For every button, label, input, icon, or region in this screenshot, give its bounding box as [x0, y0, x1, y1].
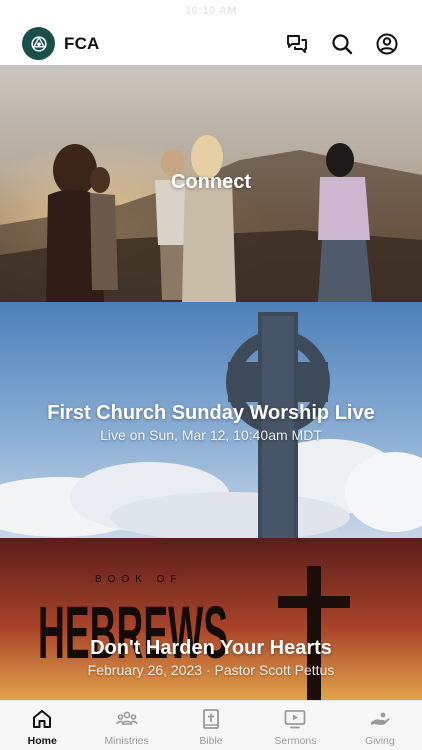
- tab-sermons-label: Sermons: [274, 735, 317, 747]
- app-logo[interactable]: [22, 27, 55, 60]
- tab-ministries[interactable]: Ministries: [84, 701, 168, 750]
- tab-bible[interactable]: Bible: [169, 701, 253, 750]
- worship-title: First Church Sunday Worship Live: [47, 402, 375, 424]
- status-bar: 10:10 AM: [0, 0, 422, 22]
- artwork-book-of: BOOK OF: [95, 574, 183, 585]
- profile-icon: [376, 33, 398, 54]
- tab-home-label: Home: [27, 735, 57, 747]
- tab-bible-label: Bible: [199, 735, 223, 747]
- people-icon: [115, 711, 138, 725]
- tab-giving-label: Giving: [364, 735, 395, 747]
- profile-button[interactable]: [374, 31, 400, 57]
- status-time: 10:10 AM: [185, 5, 237, 17]
- app-title: FCA: [64, 33, 100, 53]
- content-feed: Connect First Church Sunday Worship Live…: [0, 65, 422, 700]
- sermon-card[interactable]: BOOK OF HEBREWS Don't Harden Your Hearts…: [0, 538, 422, 700]
- worship-overlay: First Church Sunday Worship Live Live on…: [0, 402, 422, 443]
- worship-subtitle: Live on Sun, Mar 12, 10:40am MDT: [100, 427, 322, 443]
- worship-card[interactable]: First Church Sunday Worship Live Live on…: [0, 302, 422, 538]
- search-icon: [332, 33, 353, 54]
- tab-giving[interactable]: Giving: [338, 701, 422, 750]
- video-icon: [285, 710, 306, 729]
- sermon-title: Don't Harden Your Hearts: [90, 637, 332, 659]
- sermon-subtitle: February 26, 2023 · Pastor Scott Pettus: [87, 662, 335, 678]
- connect-title: Connect: [171, 171, 251, 193]
- tab-sermons[interactable]: Sermons: [253, 701, 337, 750]
- header-actions: [284, 31, 400, 57]
- chat-button[interactable]: [284, 31, 310, 57]
- sermon-overlay: Don't Harden Your Hearts February 26, 20…: [0, 637, 422, 678]
- chat-icon: [287, 34, 307, 53]
- tab-home[interactable]: Home: [0, 701, 84, 750]
- tab-ministries-label: Ministries: [104, 735, 149, 747]
- connect-card[interactable]: Connect: [0, 65, 422, 302]
- home-icon: [33, 710, 52, 728]
- search-button[interactable]: [329, 31, 355, 57]
- tab-bar: Home Ministries Bible Sermons Giving: [0, 700, 422, 750]
- bible-icon: [203, 709, 219, 729]
- giving-icon: [370, 712, 390, 725]
- logo-icon: [30, 35, 47, 52]
- app-header: FCA: [0, 22, 422, 65]
- connect-overlay: Connect: [0, 171, 422, 194]
